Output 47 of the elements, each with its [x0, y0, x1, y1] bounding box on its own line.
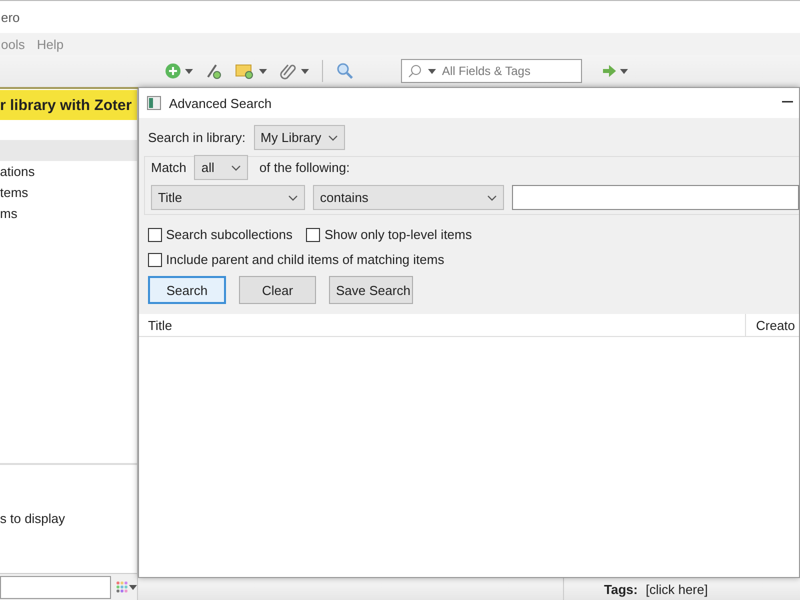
collection-row[interactable]: ations: [0, 161, 137, 182]
tags-link[interactable]: [click here]: [646, 582, 708, 596]
tag-filter-field[interactable]: [0, 576, 111, 598]
search-icon: [408, 64, 422, 78]
value-field[interactable]: [512, 185, 799, 210]
save-search-button[interactable]: Save Search: [329, 276, 413, 304]
paperclip-icon: [279, 62, 297, 80]
tags-label: Tags:: [604, 582, 638, 596]
chevron-icon: [487, 194, 497, 200]
library-dropdown[interactable]: My Library: [254, 125, 345, 150]
clear-button[interactable]: Clear: [239, 276, 316, 304]
window-icon: [147, 96, 161, 110]
collection-row[interactable]: tems: [0, 182, 137, 203]
chevron-icon: [288, 194, 298, 200]
chevron-icon: [328, 134, 338, 140]
tag-colors-button[interactable]: [116, 581, 137, 593]
caret-icon[interactable]: [301, 68, 309, 74]
chevron-icon: [231, 164, 242, 170]
search-button[interactable]: Search: [148, 276, 226, 304]
column-header[interactable]: Creato: [745, 314, 796, 336]
operator-dropdown[interactable]: contains: [313, 185, 504, 210]
caret-icon[interactable]: [428, 68, 436, 74]
minimize-icon[interactable]: [782, 101, 793, 103]
checkbox[interactable]: Search subcollections: [148, 227, 292, 242]
field-dropdown[interactable]: Title: [151, 185, 305, 210]
caret-icon[interactable]: [185, 68, 193, 74]
dialog-title: Advanced Search: [169, 96, 272, 110]
match-suffix: of the following:: [259, 160, 350, 175]
dots-grid-icon: [116, 581, 128, 593]
caret-icon[interactable]: [259, 68, 267, 74]
column-header[interactable]: Title: [139, 318, 172, 332]
window-title: ero: [1, 10, 20, 24]
match-dropdown[interactable]: all: [194, 155, 248, 180]
plus-icon: [165, 63, 181, 79]
banner: r library with Zoter: [0, 90, 137, 120]
checkbox[interactable]: Show only top-level items: [306, 227, 472, 242]
checkbox[interactable]: Include parent and child items of matching items: [148, 252, 444, 267]
search-field[interactable]: All Fields & Tags: [401, 59, 582, 83]
collection-row[interactable]: ms: [0, 203, 137, 224]
caret-icon[interactable]: [129, 584, 137, 590]
caret-icon[interactable]: [620, 68, 628, 74]
match-label: Match: [151, 160, 186, 175]
folder-icon: [235, 62, 255, 80]
empty-message: s to display: [0, 511, 66, 526]
arrow-icon: [603, 65, 616, 77]
search-icon: [336, 62, 354, 80]
library-label: Search in library:: [148, 130, 246, 145]
